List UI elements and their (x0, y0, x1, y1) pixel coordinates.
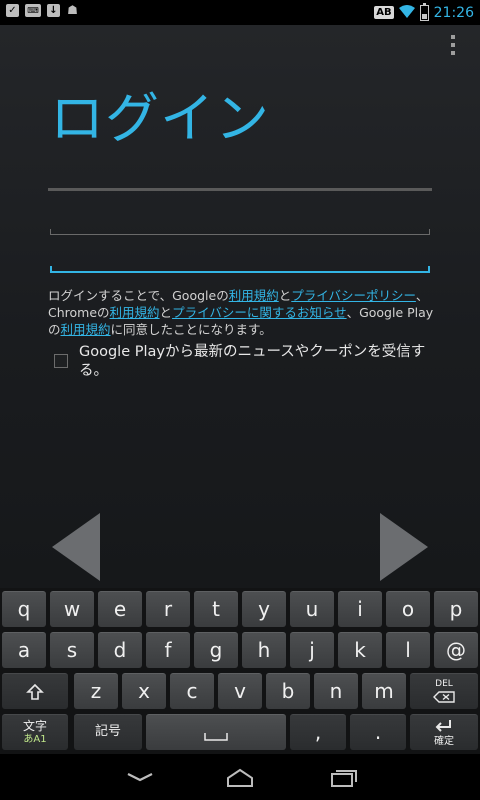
home-icon (227, 768, 253, 787)
key-d[interactable]: d (98, 632, 142, 668)
page-title: ログイン (50, 87, 270, 150)
keyboard-row-3: z x c v b n m DEL (0, 673, 480, 709)
key-h[interactable]: h (242, 632, 286, 668)
google-privacy-link[interactable]: プライバシーポリシー (291, 288, 416, 303)
key-at[interactable]: @ (434, 632, 478, 668)
backspace-icon (433, 691, 455, 703)
shift-key[interactable] (2, 673, 68, 709)
key-y[interactable]: y (242, 591, 286, 627)
key-w[interactable]: w (50, 591, 94, 627)
shift-icon (26, 683, 44, 700)
overflow-menu-icon[interactable] (451, 35, 457, 55)
back-button[interactable] (120, 764, 160, 790)
space-icon (204, 733, 228, 741)
status-bar: ✓ ⌨ ↓ ☗ AB 21:26 (0, 0, 480, 25)
key-k[interactable]: k (338, 632, 382, 668)
key-c[interactable]: c (170, 673, 214, 709)
key-m[interactable]: m (362, 673, 406, 709)
key-f[interactable]: f (146, 632, 190, 668)
enter-label: 確定 (434, 736, 454, 747)
keyboard-row-2: a s d f g h j k l @ (0, 632, 480, 668)
space-key[interactable] (146, 714, 286, 750)
input-mode-sub: あA1 (23, 734, 47, 745)
download-icon: ↓ (47, 4, 60, 17)
key-b[interactable]: b (266, 673, 310, 709)
key-r[interactable]: r (146, 591, 190, 627)
input-mode-badge: AB (374, 6, 394, 19)
google-terms-link[interactable]: 利用規約 (229, 288, 279, 303)
password-input[interactable] (50, 241, 430, 273)
key-x[interactable]: x (122, 673, 166, 709)
login-screen: ログイン ログインすることで、Googleの利用規約とプライバシーポリシー、Ch… (0, 25, 480, 588)
back-arrow-button[interactable] (52, 513, 100, 581)
key-s[interactable]: s (50, 632, 94, 668)
key-g[interactable]: g (194, 632, 238, 668)
recent-apps-icon (331, 770, 357, 787)
chrome-privacy-link[interactable]: プライバシーに関するお知らせ (172, 305, 347, 320)
enter-icon (435, 720, 451, 732)
play-terms-link[interactable]: 利用規約 (61, 322, 111, 337)
key-n[interactable]: n (314, 673, 358, 709)
key-v[interactable]: v (218, 673, 262, 709)
newsletter-checkbox[interactable] (54, 354, 68, 368)
symbol-key[interactable]: 記号 (74, 714, 142, 750)
key-u[interactable]: u (290, 591, 334, 627)
notification-icons: ✓ ⌨ ↓ ☗ (6, 4, 79, 17)
title-divider (48, 188, 432, 191)
period-key[interactable]: . (350, 714, 406, 750)
home-button[interactable] (220, 764, 260, 790)
delete-label: DEL (435, 679, 453, 689)
key-t[interactable]: t (194, 591, 238, 627)
key-j[interactable]: j (290, 632, 334, 668)
input-mode-label: 文字 (22, 719, 47, 733)
key-l[interactable]: l (386, 632, 430, 668)
clock: 21:26 (433, 4, 474, 21)
check-icon: ✓ (6, 4, 19, 17)
key-i[interactable]: i (338, 591, 382, 627)
delete-key[interactable]: DEL (410, 673, 478, 709)
enter-key[interactable]: 確定 (410, 714, 478, 750)
keyboard-row-4: 文字 あA1 記号 , . 確定 (0, 714, 480, 750)
battery-icon (419, 2, 429, 21)
keyboard-row-1: q w e r t y u i o p (0, 591, 480, 627)
system-nav-bar (0, 754, 480, 800)
newsletter-label: Google Playから最新のニュースやクーポンを受信する。 (79, 344, 426, 379)
wifi-icon (398, 3, 415, 22)
email-input[interactable] (50, 203, 430, 235)
key-q[interactable]: q (2, 591, 46, 627)
key-e[interactable]: e (98, 591, 142, 627)
chrome-terms-link[interactable]: 利用規約 (110, 305, 160, 320)
keyboard-icon: ⌨ (25, 4, 41, 17)
key-a[interactable]: a (2, 632, 46, 668)
email-field[interactable] (50, 203, 430, 235)
comma-key[interactable]: , (290, 714, 346, 750)
software-keyboard: q w e r t y u i o p a s d f g h j k l @ … (0, 588, 480, 754)
key-z[interactable]: z (74, 673, 118, 709)
input-mode-key[interactable]: 文字 あA1 (2, 714, 68, 750)
key-o[interactable]: o (386, 591, 430, 627)
next-arrow-button[interactable] (380, 513, 428, 581)
android-icon: ☗ (67, 3, 78, 17)
terms-text: ログインすることで、Googleの利用規約とプライバシーポリシー、Chromeの… (48, 288, 434, 337)
recents-button[interactable] (322, 764, 362, 790)
chevron-down-icon (127, 773, 153, 782)
password-field[interactable] (50, 241, 430, 273)
key-p[interactable]: p (434, 591, 478, 627)
